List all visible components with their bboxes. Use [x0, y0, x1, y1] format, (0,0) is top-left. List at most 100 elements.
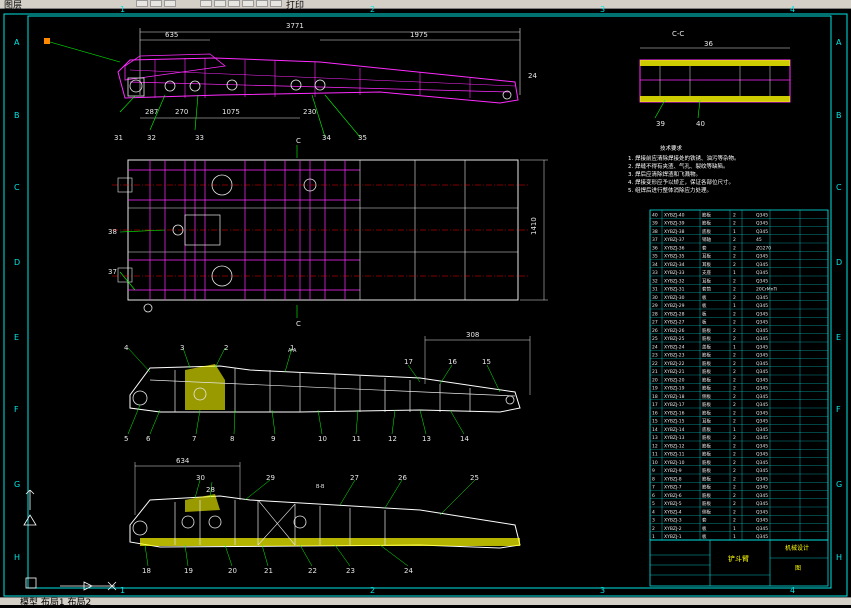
bom-cell: XYBZJ-11 — [664, 452, 685, 458]
frame-col-label: 3 — [600, 586, 605, 595]
bom-cell: XYBZJ-32 — [664, 278, 685, 284]
frame-row-label: H — [836, 553, 842, 562]
frame-row-label: C — [14, 183, 20, 192]
bom-cell: 底板 — [702, 228, 711, 235]
bom-cell: XYBZJ-21 — [664, 369, 685, 375]
bom-cell: Q345 — [756, 386, 768, 392]
cad-drawing-canvas[interactable]: 11223344A AB BC CD DE EF FG GH H 3771 63… — [0, 0, 851, 604]
frame-row-label: B — [14, 111, 20, 120]
bom-row: 24 XYBZJ-24 盖板 1 Q345 — [650, 343, 828, 350]
frame-row-label: H — [14, 553, 20, 562]
frame-row-label: A — [14, 38, 20, 47]
callout-34: 34 — [322, 134, 331, 142]
bom-cell: 2 — [733, 419, 736, 425]
callout-10: 10 — [318, 435, 327, 443]
callout-27: 27 — [350, 474, 359, 482]
callout-6: 6 — [146, 435, 151, 443]
technical-notes: 技术要求 1. 焊接前应清除焊接处的铁锈、油污等杂物。 2. 焊缝不得有夹渣、气… — [628, 144, 740, 194]
bom-row: 21 XYBZJ-21 筋板 2 Q345 — [650, 368, 828, 375]
bom-cell: XYBZJ-16 — [664, 410, 685, 416]
bom-cell: 筋板 — [702, 500, 711, 507]
callout-16: 16 — [448, 358, 457, 366]
bom-cell: Q345 — [756, 328, 768, 334]
bom-cell: 5 — [652, 501, 655, 507]
bom-cell: 底板 — [702, 426, 711, 433]
bom-cell: 2 — [733, 245, 736, 251]
bom-cell: Q345 — [756, 501, 768, 507]
bom-cell: 1 — [733, 534, 736, 540]
frame-row-label: D — [836, 258, 842, 267]
callout-5: 5 — [124, 435, 128, 443]
bom-cell: 筋板 — [702, 459, 711, 466]
bom-cell: XYBZJ-13 — [664, 435, 685, 441]
bom-cell: 2 — [733, 295, 736, 301]
frame-col-label: 4 — [790, 5, 795, 14]
tech-note-1: 1. 焊接前应清除焊接处的铁锈、油污等杂物。 — [628, 154, 740, 162]
bom-cell: 14 — [652, 427, 658, 433]
callout-33: 33 — [195, 134, 204, 142]
bom-cell: 16 — [652, 410, 658, 416]
bom-cell: Q345 — [756, 518, 768, 524]
bom-cell: 套 — [702, 244, 707, 251]
bom-row: 34 XYBZJ-34 耳板 2 Q345 — [650, 261, 828, 268]
callout-20: 20 — [228, 567, 237, 575]
bom-cell: 26 — [652, 328, 658, 334]
bom-cell: 20 — [652, 377, 658, 383]
dim-1075: 1075 — [222, 108, 240, 116]
bom-cell: 筋板 — [702, 368, 711, 375]
frame-row-label: E — [836, 333, 841, 342]
bom-cell: 1 — [733, 344, 736, 350]
bom-cell: Q345 — [756, 419, 768, 425]
bom-cell: 筋板 — [702, 475, 711, 482]
bom-cell: XYBZJ-12 — [664, 443, 685, 449]
bom-cell: XYBZJ-9 — [664, 468, 682, 474]
bom-cell: 筋板 — [702, 484, 711, 491]
bom-cell: 18 — [652, 394, 658, 400]
bom-cell: XYBZJ-8 — [664, 476, 682, 482]
bom-cell: 8 — [652, 476, 655, 482]
bom-cell: XYBZJ-15 — [664, 419, 685, 425]
bom-cell: Q345 — [756, 303, 768, 309]
bom-cell: XYBZJ-28 — [664, 311, 685, 317]
bom-cell: 板 — [702, 319, 707, 326]
frame-row-label: F — [14, 405, 19, 414]
top-view: 3771 635 1975 287 270 1075 230 24 31 32 … — [44, 22, 537, 142]
bom-cell: 32 — [652, 278, 658, 284]
callout-29: 29 — [266, 474, 275, 482]
bom-row: 19 XYBZJ-19 筋板 2 Q345 — [650, 385, 828, 392]
bom-cell: Q345 — [756, 534, 768, 540]
bom-cell: Q345 — [756, 344, 768, 350]
bom-cell: 筋板 — [702, 409, 711, 416]
bom-row: 36 XYBZJ-36 套 2 ZG270 — [650, 244, 828, 251]
bom-cell: XYBZJ-7 — [664, 485, 682, 491]
bom-row: 3 XYBZJ-3 套 2 Q345 — [650, 517, 828, 524]
bom-cell: 9 — [652, 468, 655, 474]
tech-note-5: 5. 组焊后进行整体消除应力处理。 — [628, 186, 712, 194]
bom-row: 22 XYBZJ-22 筋板 2 Q345 — [650, 360, 828, 367]
bom-cell: Q345 — [756, 402, 768, 408]
bom-row: 20 XYBZJ-20 筋板 2 Q345 — [650, 376, 828, 383]
bom-cell: Q345 — [756, 311, 768, 317]
bom-cell: 销轴 — [702, 236, 711, 243]
callout-26: 26 — [398, 474, 407, 482]
bom-row: 16 XYBZJ-16 筋板 2 Q345 — [650, 409, 828, 416]
frame-col-label: 2 — [370, 5, 375, 14]
bom-cell: Q345 — [756, 435, 768, 441]
bom-row: 11 XYBZJ-11 筋板 2 Q345 — [650, 451, 828, 458]
section-cc-dim: 36 — [704, 40, 713, 48]
bom-cell: 2 — [733, 518, 736, 524]
bom-row: 27 XYBZJ-27 板 2 Q345 — [650, 319, 828, 326]
bom-cell: 38 — [652, 229, 658, 235]
bom-cell: 筋板 — [702, 211, 711, 218]
bom-cell: 筋板 — [702, 360, 711, 367]
frame-row-label: E — [14, 333, 19, 342]
bom-cell: XYBZJ-34 — [664, 262, 685, 268]
bom-cell: XYBZJ-37 — [664, 237, 685, 243]
bom-cell: 1 — [733, 229, 736, 235]
bom-cell: 40 — [652, 212, 658, 218]
bom-cell: 筋板 — [702, 442, 711, 449]
bom-cell: 13 — [652, 435, 658, 441]
bom-cell: Q345 — [756, 460, 768, 466]
status-bar-tabs[interactable]: 模型 布局1 布局2 — [20, 595, 91, 608]
bom-cell: 31 — [652, 287, 658, 293]
